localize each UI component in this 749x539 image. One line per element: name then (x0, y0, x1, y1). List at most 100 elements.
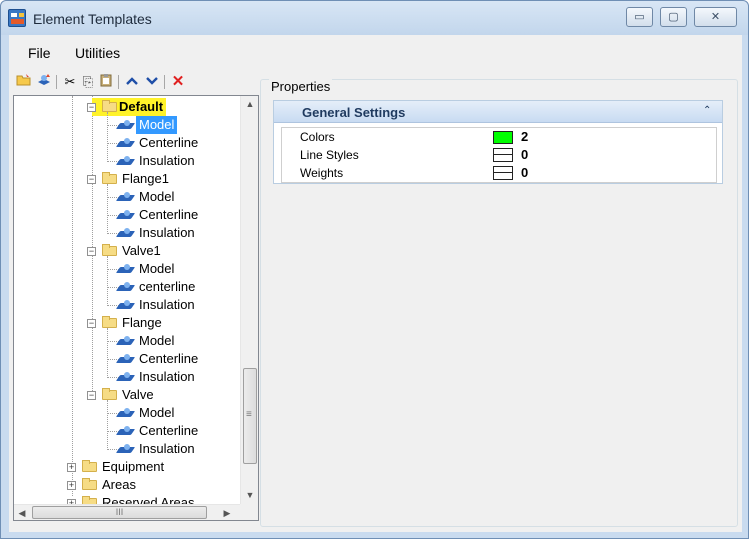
collapse-node-icon[interactable]: − (87, 103, 96, 112)
horizontal-scroll-thumb[interactable]: III (32, 506, 207, 519)
collapse-node-icon[interactable]: − (87, 175, 96, 184)
tree-group-flange[interactable]: − Flange (14, 314, 240, 332)
tree-group-label: Flange (122, 315, 162, 330)
tree-group-valve[interactable]: − Valve (14, 386, 240, 404)
tree-item-label: Centerline (139, 207, 199, 222)
tree-group-label: Valve1 (122, 243, 161, 258)
folder-icon (102, 244, 117, 256)
tree-item-label: centerline (139, 279, 196, 294)
scroll-right-arrow-icon[interactable]: ▶ (219, 505, 235, 521)
template-tree[interactable]: − Default Model Centerline Insulation − Flange… (13, 95, 259, 521)
import-icon[interactable] (35, 73, 53, 91)
color-swatch[interactable] (493, 131, 513, 144)
tree-root-label: Reserved Areas (102, 495, 195, 504)
tree-item-insulation[interactable]: Insulation (14, 224, 240, 242)
tree-item-centerline[interactable]: centerline (14, 278, 240, 296)
template-component-icon (115, 443, 136, 455)
collapse-node-icon[interactable]: − (87, 391, 96, 400)
open-folder-icon[interactable] (15, 73, 33, 91)
menu-utilities[interactable]: Utilities (75, 45, 120, 61)
scroll-corner (240, 504, 258, 520)
title-bar[interactable]: Element Templates ▭ ▢ ✕ (1, 1, 748, 35)
section-header[interactable]: General Settings ⌃ (274, 101, 722, 123)
scroll-up-arrow-icon[interactable]: ▲ (241, 96, 259, 113)
vertical-scroll-thumb[interactable]: ≡ (243, 368, 257, 464)
minimize-button[interactable]: ▭ (626, 7, 653, 27)
tree-item-model[interactable]: Model (14, 332, 240, 350)
tree-item-label: Insulation (139, 297, 195, 312)
tree-item-label: Insulation (139, 441, 195, 456)
line-weight-icon[interactable] (493, 166, 513, 180)
tree-item-centerline[interactable]: Centerline (14, 350, 240, 368)
window-title: Element Templates (33, 11, 152, 27)
move-down-icon[interactable] (143, 73, 161, 91)
client-area: File Utilities ✂ ⎘ ✕ − Default Model Cen… (9, 35, 742, 532)
collapse-chevron-icon[interactable]: ⌃ (703, 105, 711, 116)
tree-rows: − Default Model Centerline Insulation − Flange… (14, 96, 240, 504)
tree-item-label: Insulation (139, 153, 195, 168)
tree-item-insulation[interactable]: Insulation (14, 152, 240, 170)
template-component-icon (115, 155, 136, 167)
property-value: 2 (521, 129, 529, 144)
collapse-node-icon[interactable]: − (87, 319, 96, 328)
tree-item-label: Model (136, 116, 178, 134)
app-window: Element Templates ▭ ▢ ✕ File Utilities ✂… (0, 0, 749, 539)
tree-item-centerline[interactable]: Centerline (14, 134, 240, 152)
toolbar-separator (164, 75, 165, 89)
toolbar-separator (118, 75, 119, 89)
tree-vertical-scrollbar[interactable]: ▲ ≡ ▼ (240, 96, 258, 504)
template-component-icon (115, 371, 136, 383)
tree-item-insulation[interactable]: Insulation (14, 296, 240, 314)
expand-node-icon[interactable]: + (67, 463, 76, 472)
tree-item-insulation[interactable]: Insulation (14, 440, 240, 458)
folder-icon (102, 316, 117, 328)
template-component-icon (115, 227, 136, 239)
tree-root-areas[interactable]: + Areas (14, 476, 240, 494)
maximize-button[interactable]: ▢ (660, 7, 687, 27)
property-row-line-styles[interactable]: Line Styles 0 (282, 146, 716, 164)
collapse-node-icon[interactable]: − (87, 247, 96, 256)
tree-group-valve1[interactable]: − Valve1 (14, 242, 240, 260)
template-component-icon (115, 335, 136, 347)
tree-item-centerline[interactable]: Centerline (14, 206, 240, 224)
delete-icon[interactable]: ✕ (169, 73, 187, 91)
tree-item-centerline[interactable]: Centerline (14, 422, 240, 440)
tree-root-reserved-areas[interactable]: + Reserved Areas (14, 494, 240, 504)
folder-icon (102, 172, 117, 184)
expand-node-icon[interactable]: + (67, 481, 76, 490)
tree-item-label: Model (139, 405, 175, 420)
tree-item-insulation[interactable]: Insulation (14, 368, 240, 386)
tree-group-flange1[interactable]: − Flange1 (14, 170, 240, 188)
tree-item-label: Insulation (139, 225, 195, 240)
move-up-icon[interactable] (123, 73, 141, 91)
property-name: Weights (300, 166, 344, 180)
scroll-down-arrow-icon[interactable]: ▼ (241, 487, 259, 504)
tree-horizontal-scrollbar[interactable]: ◀ III ▶ (14, 504, 240, 520)
property-row-weights[interactable]: Weights 0 (282, 164, 716, 182)
tree-item-label: Insulation (139, 369, 195, 384)
paste-icon[interactable] (97, 73, 115, 91)
scroll-left-arrow-icon[interactable]: ◀ (14, 505, 30, 521)
tree-item-model[interactable]: Model (14, 116, 240, 134)
tree-item-label: Model (139, 261, 175, 276)
cut-icon[interactable]: ✂ (61, 73, 79, 91)
property-value: 0 (521, 165, 529, 180)
folder-icon (102, 100, 117, 112)
tree-root-equipment[interactable]: + Equipment (14, 458, 240, 476)
template-component-icon (115, 191, 136, 203)
tree-item-model[interactable]: Model (14, 188, 240, 206)
template-component-icon (115, 425, 136, 437)
property-row-colors[interactable]: Colors 2 (282, 128, 716, 146)
close-button[interactable]: ✕ (694, 7, 737, 27)
line-style-icon[interactable] (493, 148, 513, 162)
tree-item-label: Model (139, 189, 175, 204)
template-component-icon (115, 263, 136, 275)
tree-group-default[interactable]: − Default (14, 98, 240, 116)
tree-item-model[interactable]: Model (14, 260, 240, 278)
copy-icon[interactable]: ⎘ (79, 73, 97, 91)
general-settings-section: General Settings ⌃ Colors 2 Line Styles … (273, 100, 723, 184)
tree-item-label: Model (139, 333, 175, 348)
menu-file[interactable]: File (28, 45, 51, 61)
folder-icon (102, 388, 117, 400)
tree-item-model[interactable]: Model (14, 404, 240, 422)
